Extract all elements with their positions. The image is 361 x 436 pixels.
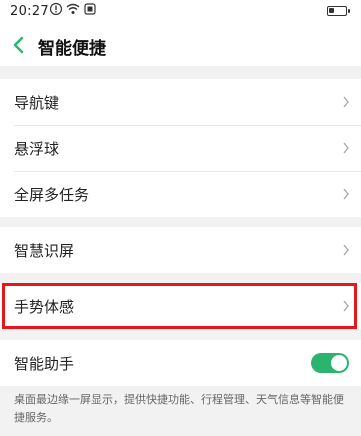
- toggle-knob: [331, 355, 347, 371]
- floating-ball-label: 悬浮球: [14, 140, 60, 158]
- chevron-right-icon: [343, 188, 349, 200]
- app-header: 智能便捷: [0, 24, 361, 66]
- gestures-motion-item[interactable]: 手势体感: [0, 283, 361, 329]
- floating-ball-item[interactable]: 悬浮球: [0, 125, 361, 171]
- notification-icon: [84, 3, 96, 15]
- smart-assistant-item: 智能助手: [0, 340, 361, 386]
- chevron-left-icon[interactable]: [10, 35, 28, 55]
- settings-group-screen-recognition: 智慧识屏: [0, 227, 361, 273]
- chevron-right-icon: [343, 300, 349, 312]
- chevron-right-icon: [343, 244, 349, 256]
- settings-group-gestures: 手势体感: [0, 283, 361, 329]
- smart-screen-recognition-label: 智慧识屏: [14, 242, 75, 260]
- gestures-motion-label: 手势体感: [14, 298, 75, 316]
- status-bar: 20:27: [0, 0, 361, 24]
- battery-fill: [329, 8, 334, 13]
- nav-keys-label: 导航键: [14, 94, 60, 112]
- chevron-right-icon: [343, 142, 349, 154]
- nav-keys-item[interactable]: 导航键: [0, 79, 361, 125]
- assistant-description: 桌面最边缘一屏显示，提供快捷功能、行程管理、天气信息等智能便捷服务。: [14, 393, 344, 424]
- chevron-right-icon: [343, 96, 349, 108]
- fullscreen-multitask-item[interactable]: 全屏多任务: [0, 171, 361, 217]
- settings-group-navigation: 导航键 悬浮球 全屏多任务: [0, 79, 361, 217]
- warning-icon: [50, 3, 62, 15]
- smart-assistant-label: 智能助手: [14, 355, 75, 373]
- smart-assistant-toggle[interactable]: [311, 353, 349, 373]
- status-time: 20:27: [10, 4, 49, 19]
- smart-screen-recognition-item[interactable]: 智慧识屏: [0, 227, 361, 273]
- page-title: 智能便捷: [38, 39, 106, 59]
- settings-group-assistant: 智能助手: [0, 340, 361, 386]
- fullscreen-multitask-label: 全屏多任务: [14, 186, 90, 204]
- status-icons: [50, 3, 96, 15]
- wifi-icon: [66, 3, 80, 14]
- battery-icon: [327, 6, 350, 16]
